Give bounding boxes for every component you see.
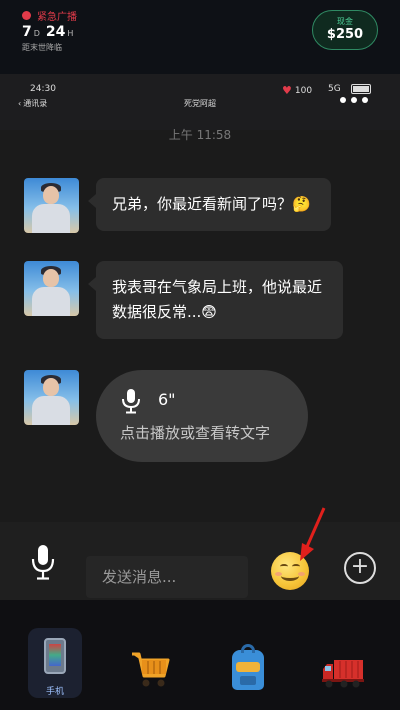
- avatar[interactable]: [24, 178, 79, 233]
- health-value: 100: [294, 85, 313, 96]
- add-button[interactable]: +: [344, 552, 376, 584]
- dot-icon: [351, 97, 357, 103]
- game-hud: 紧急广播 7 D 24 H 距末世降临 现金 $250: [0, 0, 400, 74]
- avatar[interactable]: [24, 261, 79, 316]
- network-indicator: 5G: [328, 84, 341, 94]
- bottom-nav: 手机: [0, 600, 400, 710]
- contact-name: 死党阿超: [184, 99, 216, 108]
- truck-icon[interactable]: [322, 658, 364, 688]
- countdown: 7 D 24 H: [22, 24, 77, 40]
- voice-message[interactable]: 6" 点击播放或查看转文字: [96, 370, 308, 462]
- back-label: 通讯录: [23, 99, 48, 108]
- heart-icon: ♥: [282, 84, 292, 97]
- shopping-cart-icon[interactable]: [130, 650, 170, 688]
- voice-input-button[interactable]: [30, 544, 56, 580]
- chevron-left-icon: ‹: [18, 99, 22, 108]
- countdown-hours: 24: [45, 24, 66, 40]
- battery-icon: [351, 84, 371, 94]
- alert-text: 紧急广播: [37, 12, 77, 23]
- health-indicator: ♥ 100: [282, 84, 312, 97]
- phone-icon: [44, 638, 66, 674]
- cash-badge[interactable]: 现金 $250: [312, 10, 378, 50]
- message-timestamp: 上午 11:58: [168, 128, 232, 142]
- microphone-icon: [122, 389, 140, 414]
- voice-hint: 点击播放或查看转文字: [120, 424, 271, 442]
- cash-label: 现金: [337, 17, 353, 26]
- countdown-days: 7: [22, 24, 32, 40]
- emergency-broadcast[interactable]: 紧急广播: [22, 8, 77, 23]
- countdown-hours-unit: H: [67, 29, 74, 38]
- chat-header: 24:30 ‹ 通讯录 死党阿超 ♥ 100 5G: [0, 74, 400, 130]
- red-arrow-icon: [300, 507, 326, 561]
- countdown-subtitle: 距末世降临: [22, 43, 62, 52]
- nav-phone-label: 手机: [45, 687, 64, 697]
- dot-icon: [362, 97, 368, 103]
- cash-amount: $250: [326, 27, 364, 42]
- message-input[interactable]: 发送消息...: [86, 556, 248, 598]
- dot-icon: [340, 97, 346, 103]
- message-bubble[interactable]: 兄弟，你最近看新闻了吗？🤔: [88, 178, 331, 231]
- phone-time: 24:30: [30, 84, 56, 94]
- nav-phone[interactable]: 手机: [28, 628, 82, 698]
- input-bar: 发送消息... +: [0, 522, 400, 600]
- chat-area[interactable]: 上午 11:58 兄弟，你最近看新闻了吗？🤔 我表哥在气象局上班，他说最近数据很…: [0, 128, 400, 522]
- message-bubble[interactable]: 我表哥在气象局上班，他说最近数据很反常...😨: [88, 261, 343, 339]
- avatar[interactable]: [24, 370, 79, 425]
- voice-duration: 6": [158, 390, 176, 409]
- more-options-button[interactable]: [340, 97, 368, 103]
- countdown-days-unit: D: [33, 29, 40, 38]
- alert-dot-icon: [22, 11, 31, 20]
- back-button[interactable]: ‹ 通讯录: [18, 98, 47, 109]
- backpack-icon[interactable]: [232, 644, 264, 690]
